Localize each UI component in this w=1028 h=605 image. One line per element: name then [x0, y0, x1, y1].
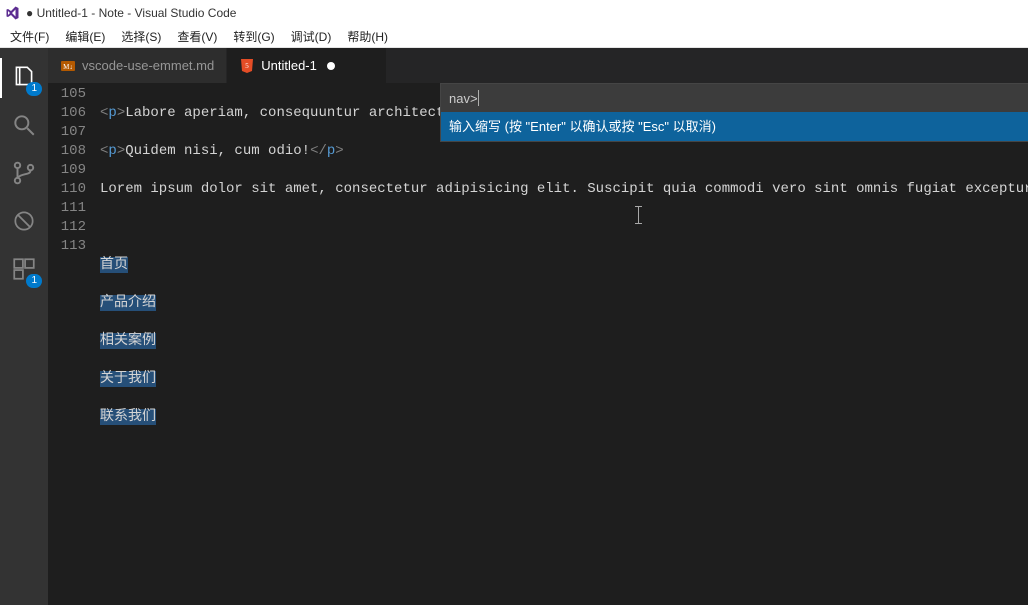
emmet-abbr-input[interactable]: nav>: [441, 84, 1028, 112]
code-text: Labore aperiam, consequuntur architecto: [125, 105, 453, 121]
activity-extensions[interactable]: 1: [0, 246, 48, 294]
code-text: 相关案例: [100, 333, 156, 349]
extensions-badge: 1: [26, 274, 42, 288]
activitybar: 1 1: [0, 48, 48, 605]
activity-search[interactable]: [0, 102, 48, 150]
tab-vscode-use-emmet[interactable]: M↓ vscode-use-emmet.md: [48, 48, 227, 83]
line-number: 113: [48, 237, 86, 256]
code-token: p: [108, 143, 116, 159]
code-text: Quidem nisi, cum odio!: [125, 143, 310, 159]
markdown-file-icon: M↓: [60, 58, 76, 74]
dirty-indicator-icon: [327, 62, 335, 70]
menu-help[interactable]: 帮助(H): [339, 26, 396, 47]
editor-group: M↓ vscode-use-emmet.md 5 Untitled-1 105 …: [48, 48, 1028, 605]
line-number: 111: [48, 199, 86, 218]
vscode-logo-icon: [4, 5, 20, 21]
line-number: 105: [48, 85, 86, 104]
html-file-icon: 5: [239, 58, 255, 74]
code-text: 首页: [100, 257, 128, 273]
window-titlebar: ● Untitled-1 - Note - Visual Studio Code: [0, 0, 1028, 26]
code-token: >: [117, 143, 125, 159]
emmet-abbr-hint: 输入缩写 (按 "Enter" 以确认或按 "Esc" 以取消): [441, 112, 1028, 141]
code-text: 联系我们: [100, 409, 156, 425]
window-title-text: ● Untitled-1 - Note - Visual Studio Code: [26, 6, 236, 20]
line-number: 106: [48, 104, 86, 123]
activity-scm[interactable]: [0, 150, 48, 198]
menu-select[interactable]: 选择(S): [113, 26, 169, 47]
editor-body[interactable]: 105 106 107 108 109 110 111 112 113 <p>L…: [48, 83, 1028, 605]
svg-text:5: 5: [245, 62, 249, 70]
emmet-abbr-value: nav>: [449, 89, 478, 108]
tabbar: M↓ vscode-use-emmet.md 5 Untitled-1: [48, 48, 1028, 83]
code-area[interactable]: <p>Labore aperiam, consequuntur architec…: [100, 83, 1028, 605]
code-text: 产品介绍: [100, 295, 156, 311]
code-token: p: [108, 105, 116, 121]
tab-label: Untitled-1: [261, 58, 317, 73]
line-number: 107: [48, 123, 86, 142]
line-number: 109: [48, 161, 86, 180]
menubar: 文件(F) 编辑(E) 选择(S) 查看(V) 转到(G) 调试(D) 帮助(H…: [0, 26, 1028, 48]
code-token: </: [310, 143, 327, 159]
line-gutter: 105 106 107 108 109 110 111 112 113: [48, 83, 100, 605]
git-branch-icon: [11, 160, 37, 189]
svg-text:M↓: M↓: [63, 63, 73, 71]
code-token: >: [335, 143, 343, 159]
menu-view[interactable]: 查看(V): [169, 26, 225, 47]
input-caret-icon: [478, 90, 479, 106]
menu-debug[interactable]: 调试(D): [283, 26, 340, 47]
code-token: >: [117, 105, 125, 121]
line-number: 108: [48, 142, 86, 161]
line-number: 112: [48, 218, 86, 237]
tab-untitled-1[interactable]: 5 Untitled-1: [227, 48, 387, 83]
activity-explorer[interactable]: 1: [0, 54, 48, 102]
search-icon: [11, 112, 37, 141]
tab-label: vscode-use-emmet.md: [82, 58, 214, 73]
code-text: 关于我们: [100, 371, 156, 387]
line-number: 110: [48, 180, 86, 199]
emmet-abbr-popup: nav> 输入缩写 (按 "Enter" 以确认或按 "Esc" 以取消): [440, 83, 1028, 142]
bug-icon: [11, 208, 37, 237]
menu-file[interactable]: 文件(F): [2, 26, 57, 47]
activity-debug[interactable]: [0, 198, 48, 246]
code-text: Lorem ipsum dolor sit amet, consectetur …: [100, 181, 1028, 197]
explorer-badge: 1: [26, 82, 42, 96]
menu-edit[interactable]: 编辑(E): [57, 26, 113, 47]
menu-goto[interactable]: 转到(G): [225, 26, 282, 47]
